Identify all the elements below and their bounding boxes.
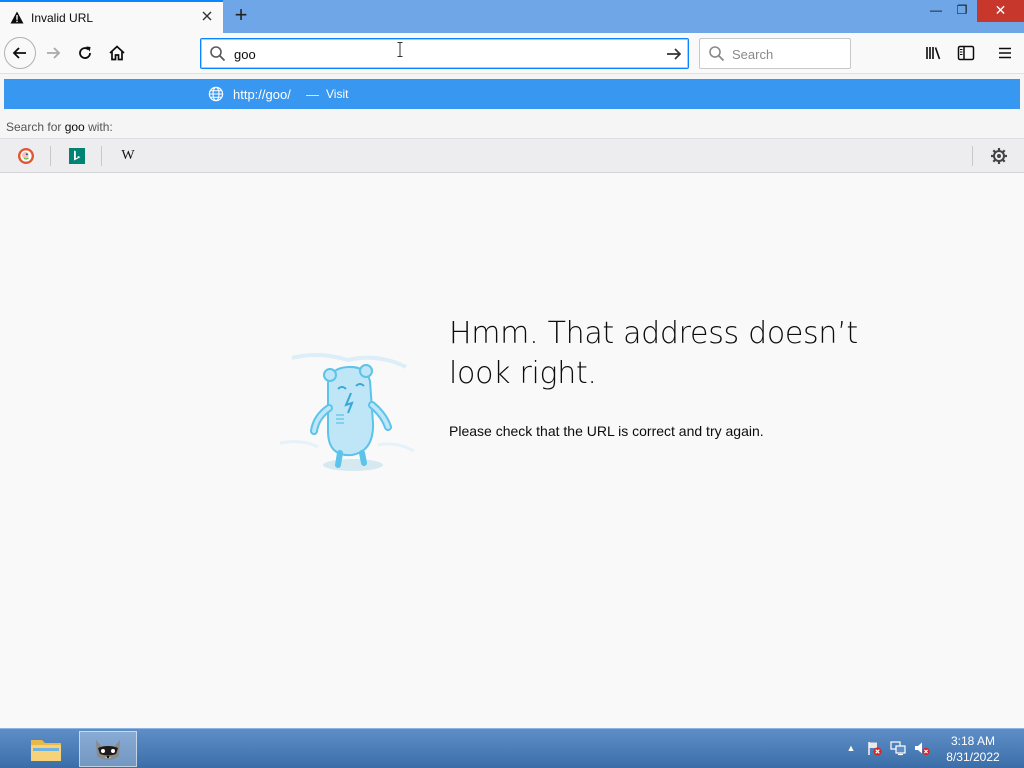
hamburger-menu-icon (999, 47, 1011, 59)
back-arrow-icon (12, 47, 26, 59)
tab-title: Invalid URL (31, 11, 94, 25)
engine-separator (972, 146, 973, 166)
forward-arrow-icon (47, 47, 61, 59)
reload-icon (79, 46, 91, 59)
text-cursor-icon (397, 42, 403, 57)
back-button[interactable] (4, 37, 36, 69)
error-page: Hmm. That address doesn’t look right. Pl… (0, 173, 1024, 728)
search-input[interactable]: Search (732, 47, 773, 62)
go-arrow-icon[interactable] (664, 44, 684, 64)
bing-icon[interactable] (68, 147, 86, 165)
file-explorer-taskbar-button[interactable] (17, 731, 75, 767)
maximize-button[interactable]: ❐ (948, 0, 976, 22)
sidebar-toggle-button[interactable] (955, 42, 977, 64)
autocomplete-separator: — (306, 87, 319, 102)
volume-muted-icon[interactable] (913, 739, 931, 757)
home-button[interactable] (101, 37, 133, 69)
search-with-label: Search for goo with: (6, 120, 113, 134)
close-window-button[interactable]: ✕ (977, 0, 1024, 22)
url-autocomplete-popup: http://goo/ — Visit Search for goo with:… (0, 74, 1024, 173)
system-clock[interactable]: 3:18 AM 8/31/2022 (940, 733, 1006, 765)
autocomplete-action: Visit (326, 87, 349, 101)
search-bar[interactable]: Search (699, 38, 851, 69)
new-tab-button[interactable]: + (230, 4, 252, 26)
autocomplete-visit-row[interactable]: http://goo/ — Visit (4, 79, 1020, 109)
warning-icon (10, 11, 24, 24)
search-settings-gear-icon[interactable] (989, 146, 1009, 166)
folder-icon (31, 740, 61, 761)
browser-taskbar-button[interactable] (79, 731, 137, 767)
clock-date: 8/31/2022 (946, 750, 1000, 764)
taskbar: ▲ 3:18 AM 8/31/2022 (0, 728, 1024, 768)
error-mascot-illustration (279, 353, 415, 471)
library-icon (926, 47, 941, 60)
library-button[interactable] (923, 42, 945, 64)
duckduckgo-icon[interactable] (17, 147, 35, 165)
search-icon (210, 46, 226, 62)
show-hidden-icons-button[interactable]: ▲ (842, 739, 860, 757)
reload-button[interactable] (69, 37, 101, 69)
tab-strip: Invalid URL + — ❐ ✕ (0, 0, 1024, 33)
error-description: Please check that the URL is correct and… (449, 423, 764, 439)
sidebar-icon (957, 45, 975, 61)
autocomplete-url: http://goo/ (233, 87, 291, 102)
tab-close-icon[interactable] (199, 8, 215, 24)
home-icon (109, 45, 125, 61)
error-title: Hmm. That address doesn’t look right. (449, 316, 858, 391)
engine-separator (50, 146, 51, 166)
wikipedia-icon[interactable]: W (119, 147, 137, 165)
search-term: goo (64, 120, 85, 134)
navigation-toolbar: goo Search (0, 33, 1024, 74)
menu-button[interactable] (994, 42, 1016, 64)
search-icon (709, 46, 725, 62)
url-input[interactable]: goo (234, 47, 256, 62)
globe-icon (208, 86, 224, 102)
tab-invalid-url[interactable]: Invalid URL (0, 0, 223, 33)
minimize-button[interactable]: — (922, 0, 950, 22)
action-center-flag-icon[interactable] (865, 739, 883, 757)
raccoon-browser-icon (96, 740, 120, 760)
clock-time: 3:18 AM (950, 734, 996, 748)
engine-separator (101, 146, 102, 166)
url-bar[interactable]: goo (200, 38, 689, 69)
one-off-search-bar: W (0, 138, 1024, 173)
network-icon[interactable] (889, 739, 907, 757)
forward-button[interactable] (37, 37, 69, 69)
